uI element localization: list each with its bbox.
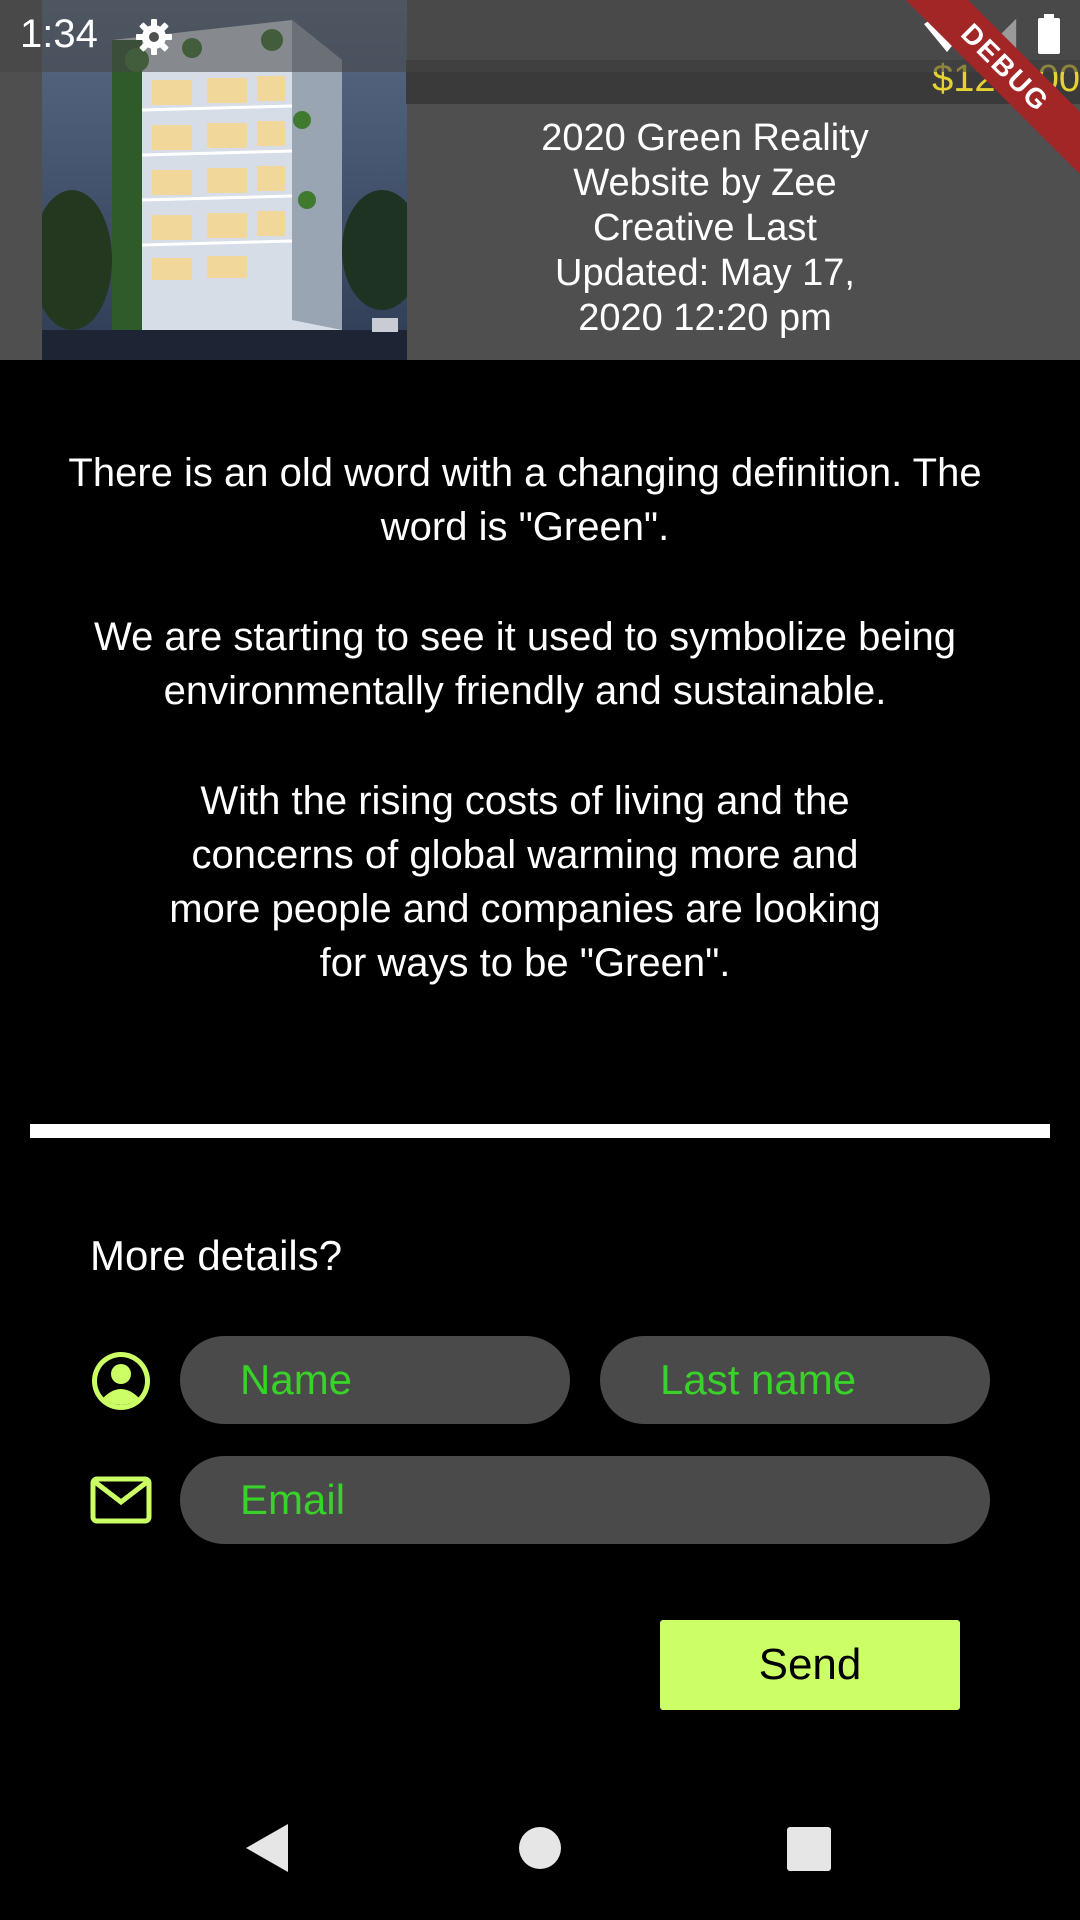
form-heading: More details? — [90, 1232, 343, 1279]
gear-icon — [136, 19, 172, 55]
last-name-input[interactable] — [600, 1336, 990, 1424]
back-icon[interactable] — [244, 1822, 290, 1874]
status-time: 1:34 — [20, 12, 98, 56]
header-line: 2020 12:20 pm — [578, 297, 832, 339]
header-info-text: 2020 Green Reality Website by Zee Creati… — [408, 116, 1002, 341]
header-line: Updated: May 17, — [555, 252, 855, 294]
email-input[interactable] — [180, 1456, 990, 1544]
home-icon[interactable] — [518, 1826, 562, 1870]
person-icon — [92, 1352, 150, 1410]
intro-text: There is an old word with a changing def… — [60, 446, 990, 1046]
intro-paragraph: We are starting to see it used to symbol… — [94, 615, 956, 713]
header-line: Website by Zee — [573, 162, 837, 204]
header-line: Creative Last — [593, 207, 817, 249]
recent-apps-icon[interactable] — [786, 1826, 832, 1872]
intro-paragraph: There is an old word with a changing def… — [68, 451, 982, 549]
header-line: 2020 Green Reality — [541, 117, 869, 159]
name-input[interactable] — [180, 1336, 570, 1424]
intro-paragraph: With the rising costs of living and the … — [169, 779, 881, 985]
send-button[interactable]: Send — [660, 1620, 960, 1710]
divider — [30, 1124, 1050, 1138]
mail-icon — [90, 1476, 152, 1524]
battery-icon — [1038, 14, 1060, 54]
